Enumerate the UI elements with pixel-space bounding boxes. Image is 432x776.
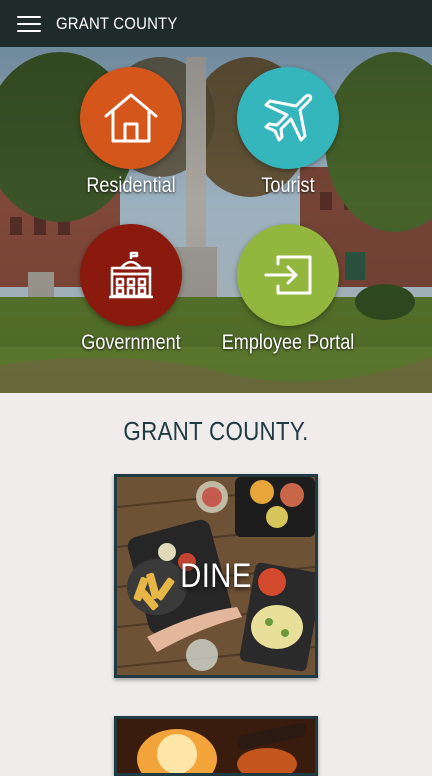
hero-section: Residential Tourist Government Employee … [0, 47, 432, 393]
app-bar: GRANT COUNTY [0, 0, 432, 47]
house-icon [104, 93, 158, 143]
sign-in-icon [264, 255, 312, 295]
hamburger-menu-icon[interactable] [17, 14, 43, 34]
government-circle[interactable] [80, 224, 182, 326]
government-building-icon [109, 251, 153, 299]
tile-government-label: Government [81, 331, 181, 354]
tourist-circle[interactable] [237, 67, 339, 169]
tile-tourist[interactable]: Tourist [203, 67, 373, 200]
dine-card-label: DINE [180, 556, 252, 595]
tile-tourist-label: Tourist [261, 174, 315, 197]
airplane-icon [264, 93, 313, 142]
tile-government[interactable]: Government [46, 224, 216, 357]
tile-residential[interactable]: Residential [46, 67, 216, 200]
dine-card[interactable]: DINE [114, 474, 318, 678]
tile-residential-label: Residential [86, 174, 176, 197]
tile-employee-portal-label: Employee Portal [221, 331, 355, 354]
app-title: GRANT COUNTY [56, 13, 178, 33]
fire-photo [117, 719, 315, 773]
page-title: GRANT COUNTY. [123, 416, 309, 446]
next-category-card[interactable] [114, 716, 318, 776]
employee-portal-circle[interactable] [237, 224, 339, 326]
tile-employee-portal[interactable]: Employee Portal [203, 224, 373, 357]
residential-circle[interactable] [80, 67, 182, 169]
